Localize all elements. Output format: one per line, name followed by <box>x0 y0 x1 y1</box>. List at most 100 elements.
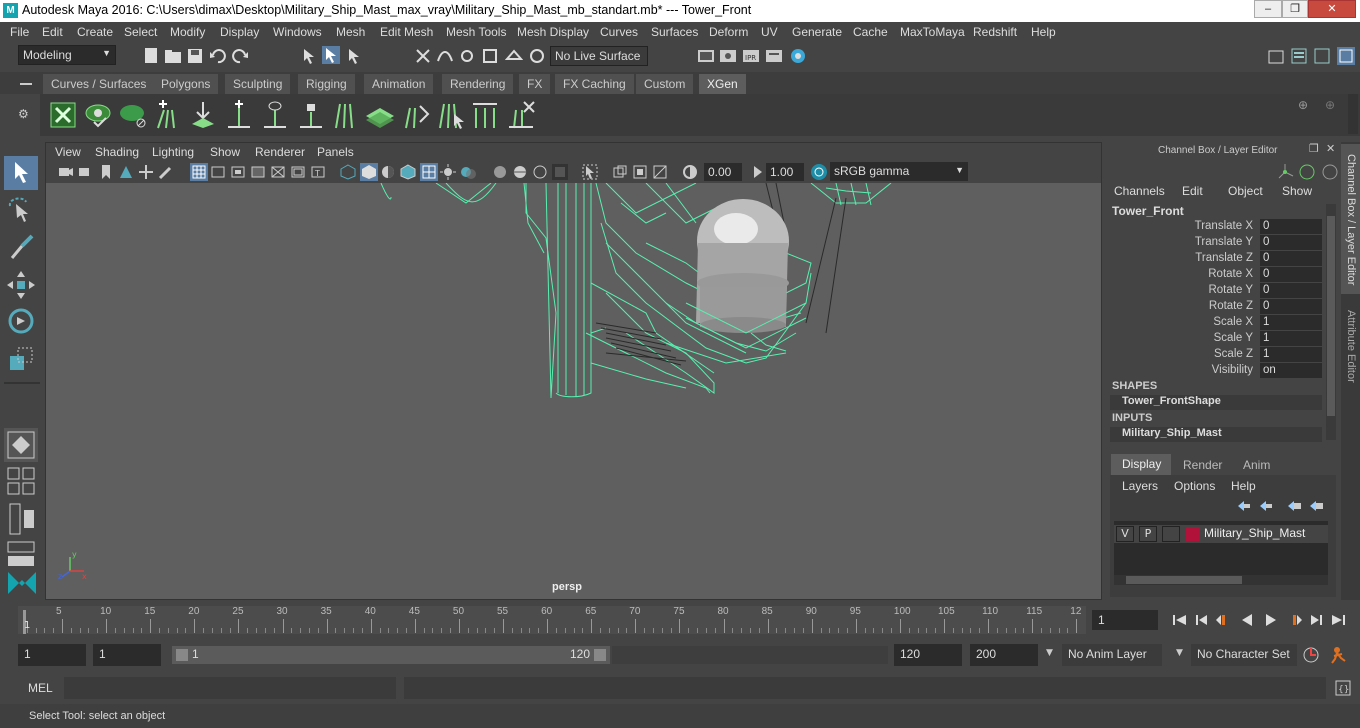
menu-cache[interactable]: Cache <box>853 25 888 39</box>
motion-blur-icon[interactable] <box>512 164 528 180</box>
toggle-attribute-editor-icon[interactable] <box>1290 47 1308 65</box>
options-menu[interactable]: Options <box>1174 479 1215 493</box>
shelf-tab-fx[interactable]: FX <box>519 74 551 94</box>
shelf-tab-xgen[interactable]: XGen <box>699 74 746 94</box>
grid-toggle-icon[interactable] <box>190 163 208 181</box>
xgen-preview-icon[interactable] <box>84 102 112 128</box>
xgen-select-guides-icon[interactable] <box>436 100 466 130</box>
maya-mudbox-icon[interactable] <box>4 564 40 600</box>
new-layer-selected-icon[interactable] <box>1308 499 1324 513</box>
menu-mesh-display[interactable]: Mesh Display <box>517 25 589 39</box>
new-scene-icon[interactable] <box>142 47 160 65</box>
menu-modify[interactable]: Modify <box>170 25 205 39</box>
undo-icon[interactable] <box>209 47 227 65</box>
xray-active-components-icon[interactable] <box>652 164 668 180</box>
camera-attributes-icon[interactable] <box>78 164 94 180</box>
gamma-field[interactable]: 1.00 <box>766 163 804 181</box>
image-plane-icon[interactable] <box>118 164 134 180</box>
layer-display-type-toggle[interactable] <box>1162 526 1180 542</box>
attr-rotate-z[interactable]: Rotate Z 0 <box>1105 299 1325 315</box>
layout-side-icon[interactable] <box>4 502 38 536</box>
chevron-down-icon[interactable]: ▼ <box>1176 648 1183 658</box>
menu-deform[interactable]: Deform <box>709 25 748 39</box>
toggle-tool-settings-icon[interactable] <box>1313 47 1331 65</box>
menu-select[interactable]: Select <box>124 25 157 39</box>
rotate-tool-icon[interactable] <box>4 304 38 338</box>
exposure-icon[interactable] <box>682 164 698 180</box>
menu-uv[interactable]: UV <box>761 25 778 39</box>
hyper-slider-icon[interactable] <box>1320 162 1340 182</box>
attr-scale-z[interactable]: Scale Z 1 <box>1105 347 1325 363</box>
xgen-convert-icon[interactable] <box>400 100 430 130</box>
end-time-field[interactable]: 120 <box>894 644 962 666</box>
menu-help[interactable]: Help <box>1031 25 1056 39</box>
animation-preferences-icon[interactable] <box>1329 645 1349 665</box>
move-tool-icon[interactable] <box>4 268 38 302</box>
3d-viewport[interactable]: y x z persp <box>46 183 1101 599</box>
attr-visibility[interactable]: Visibility on <box>1105 363 1325 379</box>
shelf-settings-gear-icon[interactable]: ⚙ <box>18 107 34 121</box>
textured-icon[interactable] <box>420 163 438 181</box>
xgen-normalize-icon[interactable] <box>470 100 500 130</box>
viewport-menu-view[interactable]: View <box>55 145 81 159</box>
shelf-tab-sculpting[interactable]: Sculpting <box>225 74 291 94</box>
attr-value[interactable]: on <box>1260 363 1322 378</box>
select-hierarchy-icon[interactable] <box>300 47 318 65</box>
2d-pan-zoom-icon[interactable] <box>138 164 154 180</box>
camera-icon[interactable] <box>58 164 74 180</box>
xgen-lock-guide-icon[interactable] <box>296 100 326 130</box>
xgen-place-guide-icon[interactable] <box>188 100 218 130</box>
attr-value[interactable]: 1 <box>1260 347 1322 362</box>
input-node[interactable]: Military_Ship_Mast <box>1110 427 1322 442</box>
wireframe-icon[interactable] <box>340 164 356 180</box>
xgen-grooming-icon[interactable] <box>364 100 396 130</box>
anim-start-field[interactable]: 1 <box>93 644 161 666</box>
channel-box-scrollbar[interactable] <box>1326 204 1336 440</box>
menu-mesh[interactable]: Mesh <box>336 25 365 39</box>
anim-end-field[interactable]: 200 <box>970 644 1038 666</box>
toggle-channel-box-icon[interactable] <box>1337 47 1355 65</box>
safe-title-icon[interactable]: T <box>310 164 326 180</box>
resolution-gate-icon[interactable] <box>230 164 246 180</box>
layout-four-icon[interactable] <box>4 466 38 500</box>
scale-tool-icon[interactable] <box>4 342 38 376</box>
layer-tab-anim[interactable]: Anim <box>1233 456 1283 475</box>
mel-label[interactable]: MEL <box>28 681 53 695</box>
chevron-down-icon[interactable]: ▼ <box>1046 648 1053 658</box>
layer-row[interactable]: V P Military_Ship_Mast <box>1114 525 1328 543</box>
channels-menu[interactable]: Channels <box>1114 184 1165 198</box>
viewport-menu-show[interactable]: Show <box>210 145 240 159</box>
select-component-icon[interactable] <box>345 47 363 65</box>
shelf-tab-custom[interactable]: Custom <box>636 74 694 94</box>
xgen-delete-guide-icon[interactable] <box>506 100 536 130</box>
layer-tab-render[interactable]: Render <box>1173 456 1231 475</box>
exposure-field[interactable]: 0.00 <box>704 163 742 181</box>
shelf-tab-curves-surfaces[interactable]: Curves / Surfaces <box>43 74 155 94</box>
use-all-lights-icon[interactable] <box>440 164 456 180</box>
menu-file[interactable]: File <box>10 25 29 39</box>
menu-windows[interactable]: Windows <box>273 25 322 39</box>
xgen-clear-preview-icon[interactable] <box>118 102 148 128</box>
cb-show-menu[interactable]: Show <box>1282 184 1312 198</box>
snap-grid-icon[interactable] <box>414 47 432 65</box>
snap-curve-icon[interactable] <box>436 47 454 65</box>
attr-translate-y[interactable]: Translate Y 0 <box>1105 235 1325 251</box>
viewport-menu-renderer[interactable]: Renderer <box>255 145 305 159</box>
xgen-sculpt-guide-icon[interactable] <box>224 100 254 130</box>
select-tool-icon[interactable] <box>4 156 38 190</box>
shelf-scrollbar[interactable] <box>1348 94 1358 134</box>
attr-translate-x[interactable]: Translate X 0 <box>1105 219 1325 235</box>
gamma-icon[interactable] <box>750 164 766 180</box>
screen-space-ao-icon[interactable] <box>492 164 508 180</box>
anti-aliasing-icon[interactable] <box>532 164 548 180</box>
menu-edit-mesh[interactable]: Edit Mesh <box>380 25 433 39</box>
attr-value[interactable]: 1 <box>1260 315 1322 330</box>
menu-create[interactable]: Create <box>77 25 113 39</box>
range-end-handle[interactable] <box>594 649 606 661</box>
step-forward-frame-icon[interactable] <box>1284 612 1304 628</box>
select-object-icon[interactable] <box>322 46 340 64</box>
new-layer-icon[interactable] <box>1286 499 1302 513</box>
attr-value[interactable]: 0 <box>1260 267 1322 282</box>
render-view-icon[interactable] <box>697 47 715 65</box>
go-to-end-icon[interactable] <box>1328 612 1348 628</box>
